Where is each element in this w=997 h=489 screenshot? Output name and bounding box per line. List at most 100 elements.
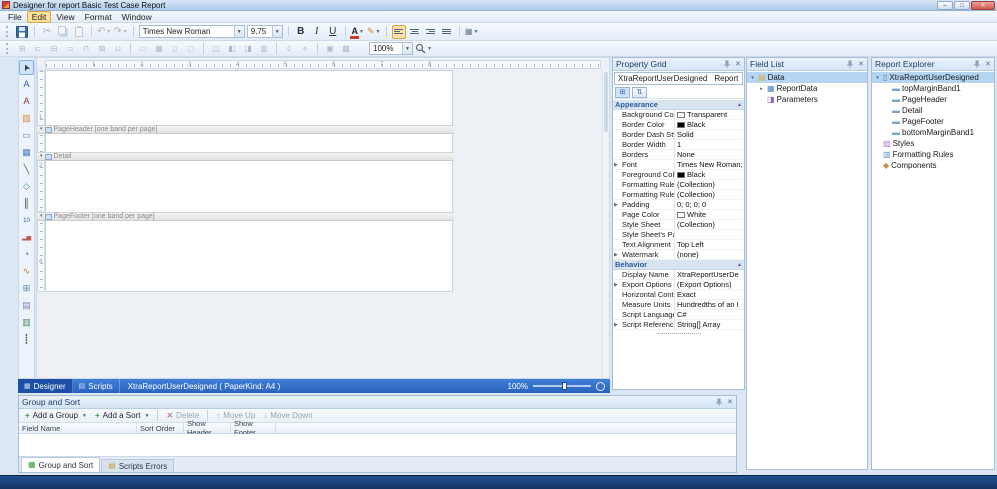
- minimize-button[interactable]: –: [937, 1, 953, 10]
- font-name-combo[interactable]: Times New Roman ▼: [139, 25, 245, 38]
- size-to-grid-button[interactable]: ▦: [152, 42, 166, 56]
- property-row[interactable]: Style Sheet(Collection): [613, 220, 744, 230]
- borders-button[interactable]: ▦▼: [465, 25, 479, 39]
- tree-item-detail[interactable]: ▬Detail: [872, 105, 994, 116]
- tree-item-styles[interactable]: ▨Styles: [872, 138, 994, 149]
- horizontal-ruler[interactable]: 12345678: [45, 60, 601, 69]
- object-selector[interactable]: XtraReportUserDesigned Report ▼: [614, 72, 743, 85]
- send-to-back-button[interactable]: ▩: [339, 42, 353, 56]
- design-surface[interactable]: 12345678 1234 ▾ PageHeader [one band per…: [36, 57, 610, 379]
- property-value[interactable]: White: [675, 210, 744, 219]
- expand-icon[interactable]: ▶: [614, 250, 618, 259]
- pin-icon[interactable]: [973, 60, 981, 68]
- expand-icon[interactable]: ▶: [614, 200, 618, 209]
- tool-pivot-grid[interactable]: ⊞: [19, 281, 34, 296]
- property-row[interactable]: Border Width1: [613, 140, 744, 150]
- property-row[interactable]: Background ColTransparent: [613, 110, 744, 120]
- make-same-width-button[interactable]: ▭: [136, 42, 150, 56]
- property-value[interactable]: (Collection): [675, 220, 744, 229]
- property-value[interactable]: Exact: [675, 290, 744, 299]
- align-center-button[interactable]: [408, 25, 422, 39]
- expand-icon[interactable]: ▶: [614, 320, 618, 329]
- property-value[interactable]: XtraReportUserDe: [675, 270, 744, 279]
- close-icon[interactable]: ✕: [727, 399, 733, 406]
- tool-panel[interactable]: ▭: [19, 128, 34, 143]
- make-same-height-button[interactable]: ▯: [168, 42, 182, 56]
- tree-item-topmarginband1[interactable]: ▬topMarginBand1: [872, 83, 994, 94]
- scrollbar-thumb[interactable]: [604, 72, 608, 132]
- property-row[interactable]: ▶FontTimes New Roman;: [613, 160, 744, 170]
- column-header-field-name[interactable]: Field Name: [19, 423, 137, 433]
- zoom-slider[interactable]: [533, 385, 591, 387]
- tree-item-bottommarginband1[interactable]: ▬bottomMarginBand1: [872, 127, 994, 138]
- zoom-combo[interactable]: 100% ▼: [369, 42, 413, 55]
- resize-grip[interactable]: [657, 333, 701, 334]
- tab-scripts[interactable]: ▤Scripts: [73, 379, 120, 393]
- property-value[interactable]: Black: [675, 170, 744, 179]
- pin-icon[interactable]: [723, 60, 731, 68]
- copy-button[interactable]: [56, 25, 70, 39]
- align-vertical-centers-button[interactable]: ⊠: [95, 42, 109, 56]
- underline-button[interactable]: U: [326, 25, 340, 39]
- redo-button[interactable]: ↷▼: [113, 25, 127, 39]
- column-header-show-header[interactable]: Show Header: [184, 423, 231, 433]
- pin-icon[interactable]: [715, 398, 723, 406]
- font-size-combo[interactable]: 9,75 ▼: [247, 25, 283, 38]
- band-collapse-icon[interactable]: ▾: [40, 154, 43, 159]
- expand-icon[interactable]: ▶: [614, 160, 618, 169]
- property-value[interactable]: 0; 0; 0; 0: [675, 200, 744, 209]
- report-page[interactable]: [45, 70, 453, 292]
- property-value[interactable]: Top Left: [675, 240, 744, 249]
- tree-item-reportdata[interactable]: ▸▦ReportData: [747, 83, 867, 94]
- close-icon[interactable]: ✕: [735, 61, 741, 68]
- align-left-edges-button[interactable]: ⊏: [31, 42, 45, 56]
- bold-button[interactable]: B: [294, 25, 308, 39]
- menu-edit[interactable]: Edit: [27, 11, 52, 23]
- tool-pointer[interactable]: ➤: [19, 60, 34, 75]
- band-caption-pagefooter[interactable]: ▾ PageFooter [one band per page]: [37, 212, 454, 221]
- close-button[interactable]: ✕: [971, 1, 995, 10]
- property-value[interactable]: (Collection): [675, 190, 744, 199]
- tool-line[interactable]: ╲: [19, 162, 34, 177]
- tab-designer[interactable]: ▦Designer: [18, 379, 73, 393]
- column-header-show-footer[interactable]: Show Footer: [231, 423, 276, 433]
- close-icon[interactable]: ✕: [858, 61, 864, 68]
- property-value[interactable]: Solid: [675, 130, 744, 139]
- property-row[interactable]: Display NameXtraReportUserDe: [613, 270, 744, 280]
- alphabetical-button[interactable]: ⇅: [632, 87, 647, 98]
- decrease-horizontal-spacing-button[interactable]: ◨: [241, 42, 255, 56]
- categorized-button[interactable]: ⊞: [615, 87, 630, 98]
- menu-view[interactable]: View: [51, 11, 79, 23]
- font-color-button[interactable]: A▼: [351, 25, 365, 39]
- save-button[interactable]: [15, 25, 29, 39]
- cut-button[interactable]: ✂: [40, 25, 54, 39]
- property-row[interactable]: Page ColorWhite: [613, 210, 744, 220]
- italic-button[interactable]: I: [310, 25, 324, 39]
- property-row[interactable]: Horizontal ContExact: [613, 290, 744, 300]
- band-collapse-icon[interactable]: ▾: [40, 127, 43, 132]
- menu-format[interactable]: Format: [80, 11, 117, 23]
- tool-chart[interactable]: ▂▅: [19, 230, 34, 245]
- property-row[interactable]: ▶Script ReferencString[] Array: [613, 320, 744, 330]
- property-value[interactable]: Times New Roman;: [675, 160, 744, 169]
- zoom-slider-thumb[interactable]: [562, 382, 567, 390]
- property-value[interactable]: Transparent: [675, 110, 744, 119]
- center-vertically-button[interactable]: ⋄: [298, 42, 312, 56]
- property-row[interactable]: Border ColorBlack: [613, 120, 744, 130]
- property-row[interactable]: Border Dash StySolid: [613, 130, 744, 140]
- pin-icon[interactable]: [846, 60, 854, 68]
- align-tops-button[interactable]: ⊓: [79, 42, 93, 56]
- column-header-sort-order[interactable]: Sort Order: [137, 423, 184, 433]
- band-caption-pageheader[interactable]: ▾ PageHeader [one band per page]: [37, 125, 454, 134]
- tool-cross-band-line[interactable]: ┋: [19, 332, 34, 347]
- property-row[interactable]: Style Sheet's Pa: [613, 230, 744, 240]
- tool-shape[interactable]: ◇: [19, 179, 34, 194]
- tool-picture-box[interactable]: ▨: [19, 111, 34, 126]
- property-value[interactable]: None: [675, 150, 744, 159]
- tree-item-data[interactable]: ▾▤Data: [747, 72, 867, 83]
- zoom-fit-button[interactable]: [596, 382, 605, 391]
- property-row[interactable]: Foreground ColBlack: [613, 170, 744, 180]
- tool-barcode[interactable]: ║: [19, 196, 34, 211]
- paste-button[interactable]: [72, 25, 86, 39]
- property-value[interactable]: C#: [675, 310, 744, 319]
